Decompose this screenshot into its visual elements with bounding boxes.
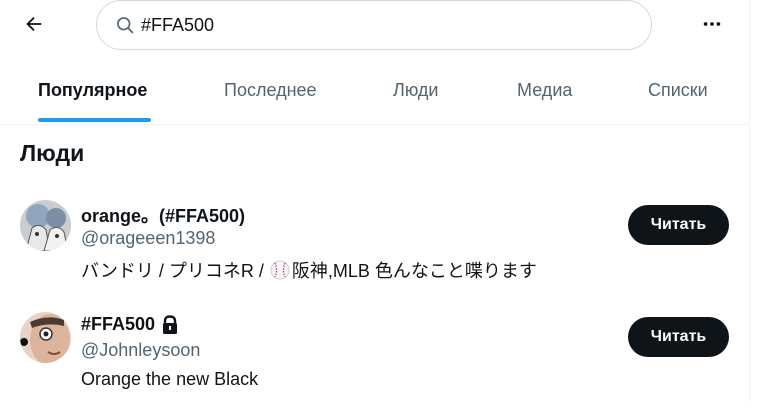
tab-top[interactable]: Популярное — [0, 62, 190, 124]
tab-people[interactable]: Люди — [350, 62, 480, 124]
column-border — [749, 0, 750, 403]
tab-label: Люди — [393, 80, 439, 100]
avatar[interactable] — [20, 312, 71, 363]
active-tab-indicator — [38, 118, 151, 122]
user-handle[interactable]: @orageeen1398 — [81, 228, 215, 249]
follow-button[interactable]: Читать — [628, 317, 729, 357]
tab-label: Списки — [648, 80, 708, 100]
user-cell[interactable]: orange。(#FFA500) @orageeen1398 バンドリ / プリ… — [0, 188, 749, 298]
tab-lists[interactable]: Списки — [610, 62, 749, 124]
user-cell[interactable]: #FFA500 @Johnleysoon Orange the new Blac… — [0, 300, 749, 410]
section-title: Люди — [20, 140, 85, 166]
user-bio: バンドリ / プリコネR / 阪神,MLB 色んなこと喋ります — [81, 257, 537, 283]
baseball-icon — [270, 260, 290, 280]
tab-label: Популярное — [38, 80, 148, 100]
display-name[interactable]: orange。(#FFA500) — [81, 202, 245, 228]
tab-label: Последнее — [224, 80, 317, 100]
tab-label: Медиа — [517, 80, 573, 100]
user-bio: Orange the new Black — [81, 369, 259, 389]
tab-media[interactable]: Медиа — [480, 62, 610, 124]
search-box[interactable] — [96, 0, 652, 50]
search-tabs: Популярное Последнее Люди Медиа Списки — [0, 62, 749, 125]
search-icon — [115, 15, 135, 35]
back-button[interactable] — [16, 6, 52, 42]
bio-text: 阪神,MLB 色んなこと喋ります — [291, 261, 537, 281]
arrow-left-icon — [26, 16, 42, 32]
display-name[interactable]: #FFA500 — [81, 314, 179, 335]
tab-latest[interactable]: Последнее — [190, 62, 350, 124]
bio-text: バンドリ / プリコネR / — [81, 261, 264, 281]
more-horizontal-icon — [703, 22, 721, 26]
display-name-text: #FFA500 — [81, 314, 156, 334]
user-handle[interactable]: @Johnleysoon — [81, 340, 200, 361]
more-options-button[interactable] — [694, 6, 730, 42]
follow-button[interactable]: Читать — [628, 205, 729, 245]
search-input[interactable] — [141, 14, 621, 36]
lock-icon — [161, 314, 179, 335]
avatar[interactable] — [20, 200, 71, 251]
